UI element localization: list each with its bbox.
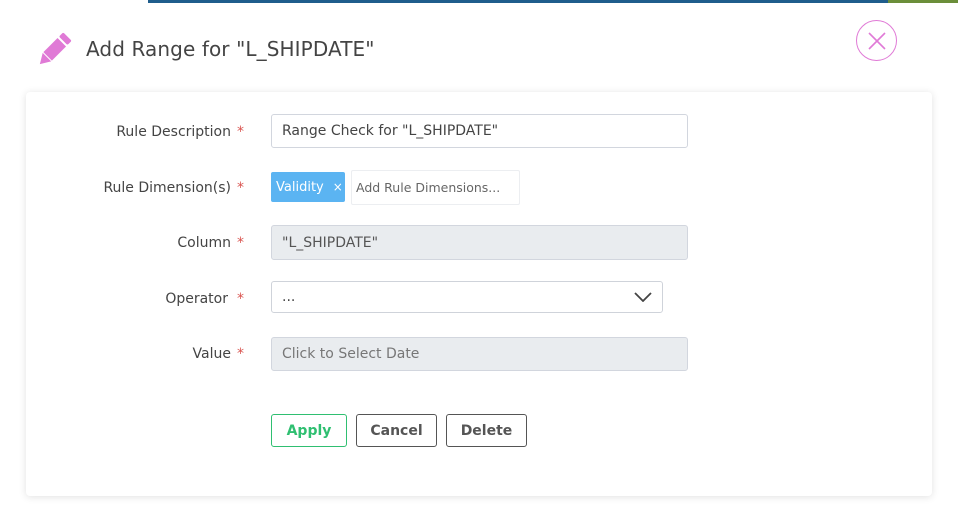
close-icon	[868, 32, 886, 50]
operator-selected-value: ...	[282, 289, 296, 305]
rule-dimensions-label: Rule Dimension(s) *	[103, 180, 244, 196]
operator-label: Operator *	[165, 291, 244, 307]
apply-button[interactable]: Apply	[271, 414, 347, 447]
value-date-input[interactable]: Click to Select Date	[271, 337, 688, 371]
cancel-button[interactable]: Cancel	[356, 414, 437, 447]
add-rule-dimensions-input[interactable]: Add Rule Dimensions...	[351, 170, 520, 205]
dimension-tag-validity: Validity ×	[271, 172, 345, 202]
rule-description-value: Range Check for "L_SHIPDATE"	[282, 123, 499, 139]
close-button[interactable]	[856, 20, 897, 61]
modal-title: Add Range for "L_SHIPDATE"	[86, 37, 375, 61]
pencil-icon	[33, 29, 75, 71]
rule-description-label: Rule Description *	[116, 124, 244, 140]
rule-description-input[interactable]: Range Check for "L_SHIPDATE"	[271, 114, 688, 148]
value-label: Value *	[192, 346, 244, 362]
chevron-down-icon	[634, 292, 652, 302]
remove-tag-icon[interactable]: ×	[333, 180, 343, 194]
modal-header: Add Range for "L_SHIPDATE"	[0, 3, 958, 88]
operator-select[interactable]: ...	[271, 281, 663, 313]
delete-button[interactable]: Delete	[446, 414, 527, 447]
column-label: Column *	[177, 235, 244, 251]
rule-form-card: Rule Description * Range Check for "L_SHI…	[26, 92, 932, 496]
column-input: "L_SHIPDATE"	[271, 225, 688, 260]
